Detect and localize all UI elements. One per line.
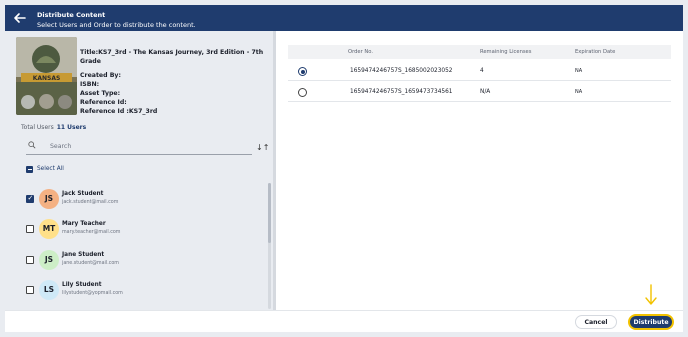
isbn-label: ISBN: <box>80 81 100 88</box>
user-email: jack.student@mail.com <box>62 200 119 205</box>
scrollbar-thumb[interactable] <box>268 183 271 243</box>
user-checkbox[interactable] <box>26 286 34 294</box>
orders-table-header: Order No. Remaining Licenses Expiration … <box>288 45 671 59</box>
expiration-date: NA <box>575 89 583 95</box>
reference-id-label: Reference Id: <box>80 99 127 106</box>
remaining-licenses: 4 <box>480 68 484 74</box>
dialog-header: Distribute Content Select Users and Orde… <box>5 5 683 31</box>
column-order-no: Order No. <box>348 49 374 55</box>
order-number: 1659474246757S_1659473734561 <box>350 89 453 95</box>
select-all-label: Select All <box>37 166 64 172</box>
order-row[interactable]: 1659474246757S_1685002023052 4 NA <box>288 61 671 81</box>
dialog-subtitle: Select Users and Order to distribute the… <box>37 21 196 29</box>
user-name: Jack Student <box>62 191 104 197</box>
user-email: jane.student@mail.com <box>62 261 119 266</box>
user-list-scrollbar[interactable] <box>268 183 271 309</box>
dialog-title: Distribute Content <box>37 11 106 19</box>
cancel-button[interactable]: Cancel <box>575 315 617 329</box>
book-title: Title:KS7_3rd - The Kansas Journey, 3rd … <box>80 49 264 65</box>
user-row[interactable]: LS Lily Student lilystudent@yopmail.com <box>26 275 246 305</box>
total-users: Total Users 11 Users <box>21 124 86 131</box>
user-row[interactable]: MT Mary Teacher mary.teacher@mail.com <box>26 214 246 244</box>
user-row[interactable]: JS Jane Student jane.student@mail.com <box>26 245 246 275</box>
avatar: MT <box>39 219 59 239</box>
remaining-licenses: N/A <box>480 89 491 95</box>
total-users-label: Total Users <box>21 124 54 131</box>
user-name: Lily Student <box>62 282 102 288</box>
asset-type-label: Asset Type: <box>80 90 121 97</box>
order-row[interactable]: 1659474246757S_1659473734561 N/A NA <box>288 82 671 102</box>
arrow-down-icon <box>645 284 657 305</box>
user-row[interactable]: JS Jack Student jack.student@mail.com <box>26 184 246 214</box>
search-input[interactable] <box>50 140 240 152</box>
created-by-label: Created By: <box>80 72 121 79</box>
select-all-indeterminate-icon <box>26 166 33 173</box>
avatar: JS <box>39 250 59 270</box>
search-box <box>26 139 252 155</box>
user-list: JS Jack Student jack.student@mail.com MT… <box>5 181 273 310</box>
reference-id-value: Reference Id :KS7_3rd <box>80 108 158 115</box>
order-radio[interactable] <box>298 88 307 97</box>
column-remaining-licenses: Remaining Licenses <box>480 49 532 55</box>
order-number: 1659474246757S_1685002023052 <box>350 68 453 74</box>
expiration-date: NA <box>575 68 583 74</box>
user-checkbox[interactable] <box>26 256 34 264</box>
order-radio-selected[interactable] <box>298 67 307 76</box>
sort-az-icon[interactable]: ↓↑ <box>256 143 269 152</box>
column-expiration-date: Expiration Date <box>575 49 616 55</box>
avatar: JS <box>39 189 59 209</box>
book-cover-image: KANSAS <box>16 37 77 115</box>
back-arrow-icon[interactable] <box>11 9 29 27</box>
search-icon <box>28 141 36 149</box>
dialog-footer: Cancel Distribute <box>5 310 683 332</box>
orders-panel: Order No. Remaining Licenses Expiration … <box>276 31 683 310</box>
user-checkbox[interactable] <box>26 225 34 233</box>
user-checkbox[interactable] <box>26 194 34 203</box>
distribute-button[interactable]: Distribute <box>628 314 674 330</box>
svg-text:KANSAS: KANSAS <box>33 75 61 82</box>
users-panel: KANSAS Title:KS7_3rd - The Kansas Journe… <box>5 31 273 310</box>
avatar: LS <box>39 280 59 300</box>
distribute-content-dialog: Distribute Content Select Users and Orde… <box>0 0 688 337</box>
user-name: Mary Teacher <box>62 221 106 227</box>
total-users-count: 11 Users <box>56 124 87 131</box>
user-name: Jane Student <box>62 252 105 258</box>
user-email: lilystudent@yopmail.com <box>62 291 123 296</box>
book-info: Title:KS7_3rd - The Kansas Journey, 3rd … <box>80 48 273 116</box>
user-email: mary.teacher@mail.com <box>62 230 121 235</box>
